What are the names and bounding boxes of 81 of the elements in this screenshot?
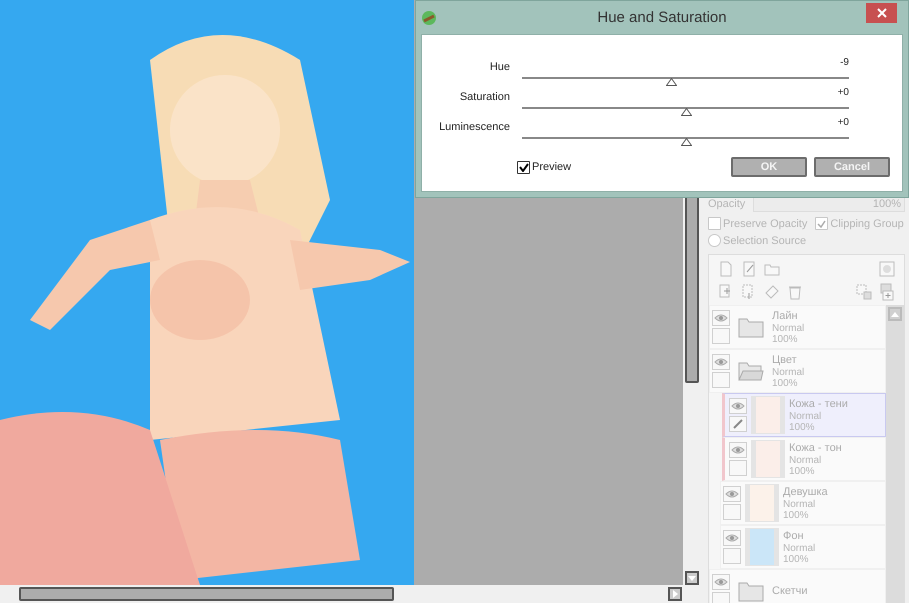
eye-icon <box>725 490 739 498</box>
checkbox-option[interactable]: Preserve Opacity <box>708 216 808 231</box>
layer-row[interactable]: Девушка Normal 100% <box>720 481 886 525</box>
layer-opacity: 100% <box>772 378 799 388</box>
radio-option[interactable]: Selection Source <box>708 233 806 248</box>
scroll-up-button[interactable] <box>888 307 902 321</box>
blend-mode: Normal <box>789 410 822 422</box>
layer-lock-toggle[interactable] <box>729 460 747 476</box>
layer-row[interactable]: Скетчи <box>709 569 886 603</box>
blend-mode: Normal <box>772 322 804 334</box>
right-arrow-icon <box>672 590 678 598</box>
scrollbar-thumb[interactable] <box>684 195 698 383</box>
slider-value: -9 <box>840 57 849 69</box>
layer-opacity: 100% <box>783 554 810 564</box>
layer-name: Цвет <box>772 354 798 366</box>
up-arrow-icon <box>891 312 899 316</box>
layer-row[interactable]: Кожа - тон Normal 100% <box>722 437 886 481</box>
close-icon <box>876 8 886 18</box>
slider-label: Hue <box>488 61 510 75</box>
visibility-toggle[interactable] <box>712 574 730 590</box>
layer-name: Скетчи <box>772 584 808 598</box>
checkmark-icon <box>817 220 826 228</box>
window-title: Hue and Saturation <box>596 9 728 26</box>
layer-name: Кожа - тон <box>789 442 842 454</box>
slider-track[interactable]: +0 <box>522 87 849 117</box>
visibility-toggle[interactable] <box>712 354 730 370</box>
slider-track[interactable]: +0 <box>522 117 849 147</box>
layer-lock-toggle[interactable] <box>729 416 747 432</box>
layer-name: Кожа - тени <box>789 398 848 410</box>
down-arrow-icon <box>688 576 696 580</box>
eraser-icon[interactable] <box>763 282 782 300</box>
layer-plus-icon[interactable] <box>878 282 896 300</box>
eye-icon <box>731 402 745 410</box>
eye-icon <box>731 446 745 454</box>
layer-row[interactable]: Цвет Normal 100% <box>709 349 886 393</box>
mask-icon[interactable] <box>878 260 896 278</box>
layer-lock-toggle[interactable] <box>723 548 741 564</box>
blend-mode: Normal <box>789 454 822 466</box>
layer-name: Фон <box>783 530 805 542</box>
close-button[interactable] <box>866 3 897 23</box>
checkbox-option[interactable]: Clipping Group <box>815 216 904 231</box>
eye-icon <box>725 534 739 542</box>
visibility-toggle[interactable] <box>723 530 741 546</box>
layer-row[interactable]: Лайн Normal 100% <box>709 305 886 349</box>
checkmark-icon <box>518 162 528 172</box>
layer-name: Лайн <box>772 310 799 322</box>
pen-icon <box>732 418 744 430</box>
layer-opacity: 100% <box>783 510 810 520</box>
layer-lock-toggle[interactable] <box>712 372 730 388</box>
opacity-label: Opacity <box>708 198 746 210</box>
scroll-right-button[interactable] <box>668 587 682 601</box>
layer-row[interactable]: Фон Normal 100% <box>720 525 886 569</box>
slider-value: +0 <box>838 117 849 129</box>
eye-icon <box>714 578 728 586</box>
layer-row[interactable]: Кожа - тени Normal 100% <box>722 393 886 437</box>
eye-icon <box>714 358 728 366</box>
visibility-toggle[interactable] <box>712 310 730 326</box>
ok-button[interactable]: OK <box>731 157 807 177</box>
layer-name: Девушка <box>783 486 828 498</box>
slider-track[interactable]: -9 <box>522 57 849 87</box>
layer-opacity: 100% <box>789 466 816 476</box>
slider-label: Luminescence <box>438 121 510 135</box>
layer-opacity: 100% <box>772 334 799 344</box>
cancel-button[interactable]: Cancel <box>814 157 890 177</box>
layer-lock-toggle[interactable] <box>723 504 741 520</box>
blend-mode: Normal <box>783 498 816 510</box>
scrollbar-thumb[interactable] <box>19 587 394 601</box>
visibility-toggle[interactable] <box>729 442 747 458</box>
preview-checkbox[interactable]: Preview <box>517 160 572 174</box>
blend-mode: Normal <box>772 366 804 378</box>
scroll-down-button[interactable] <box>684 571 698 585</box>
visibility-toggle[interactable] <box>729 398 747 414</box>
slider-value: +0 <box>838 87 849 99</box>
blend-mode: Normal <box>783 542 816 554</box>
visibility-toggle[interactable] <box>723 486 741 502</box>
eye-icon <box>714 314 728 322</box>
layer-lock-toggle[interactable] <box>712 328 730 344</box>
merge-icon[interactable] <box>854 282 873 300</box>
slider-label: Saturation <box>458 91 510 105</box>
app-icon <box>421 10 437 26</box>
layer-opacity: 100% <box>789 422 816 432</box>
